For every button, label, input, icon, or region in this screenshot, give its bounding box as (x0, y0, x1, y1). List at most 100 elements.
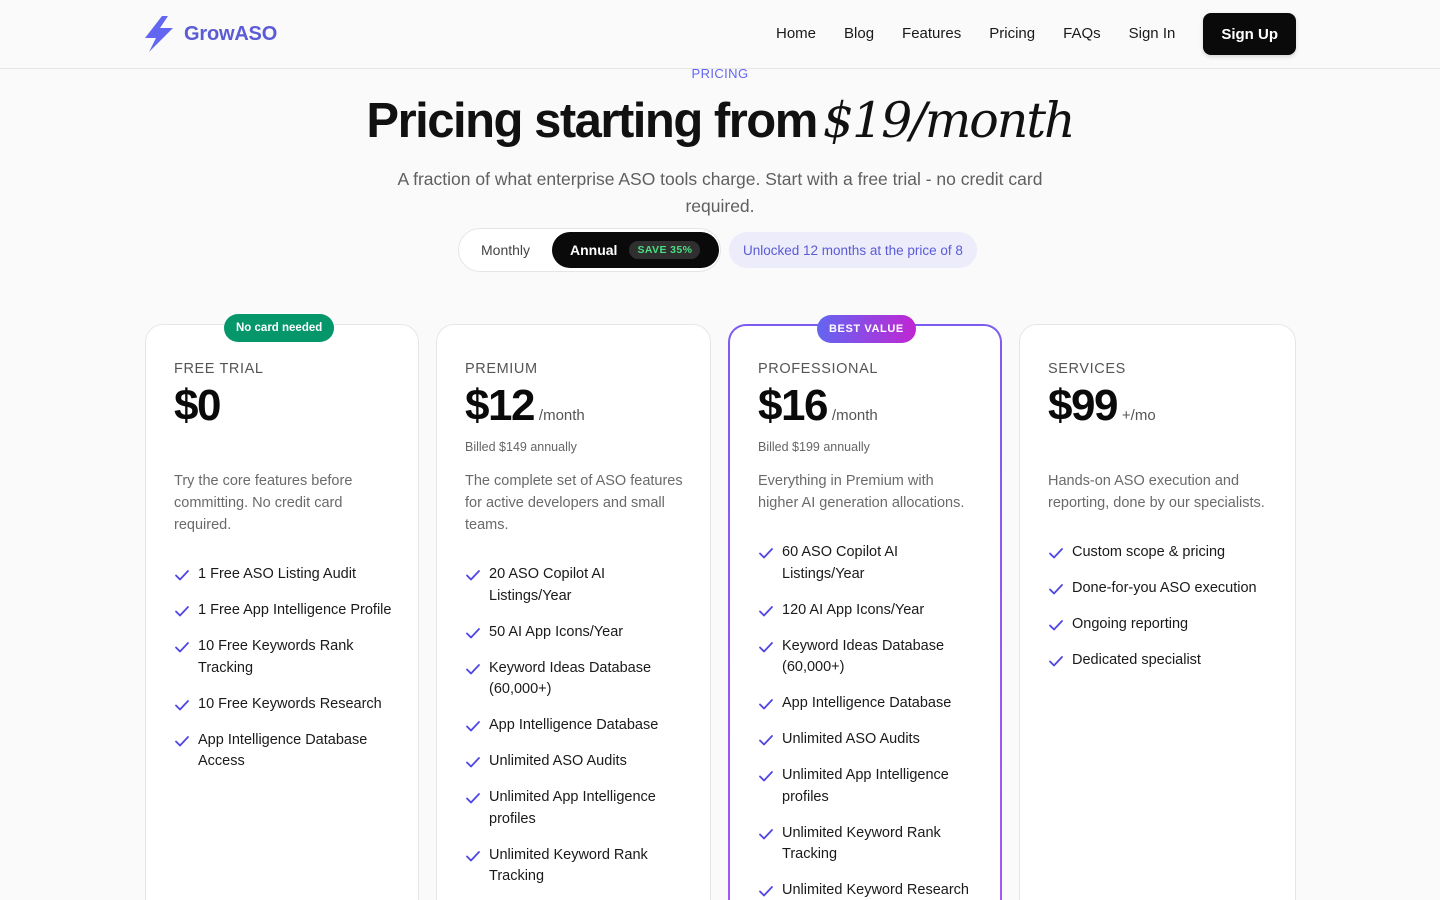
feature-list: Custom scope & pricing Done-for-you ASO e… (1048, 542, 1271, 672)
feature-item: 120 AI App Icons/Year (758, 600, 976, 622)
check-icon (758, 545, 774, 561)
feature-item: Unlimited App Intelligence profiles (758, 765, 976, 808)
feature-item: Done-for-you ASO execution (1048, 578, 1271, 600)
check-icon (758, 826, 774, 842)
feature-item: 1 Free ASO Listing Audit (174, 564, 394, 586)
check-icon (1048, 545, 1064, 561)
feature-item: 10 Free Keywords Rank Tracking (174, 636, 394, 679)
toggle-annual[interactable]: Annual SAVE 35% (552, 232, 719, 268)
feature-text: Unlimited Keyword Rank Tracking (782, 824, 941, 863)
feature-item: Unlimited App Intelligence profiles (465, 787, 686, 830)
toggle-monthly[interactable]: Monthly (481, 242, 530, 258)
nav-pricing[interactable]: Pricing (989, 13, 1035, 55)
plan-tier: PROFESSIONAL (758, 361, 879, 377)
plan-price: $99 (1048, 381, 1118, 430)
feature-text: Custom scope & pricing (1072, 544, 1226, 560)
nav-home[interactable]: Home (776, 13, 816, 55)
plan-card-premium: PREMIUM $12/month Billed $149 annually T… (436, 324, 711, 900)
check-icon (465, 567, 481, 583)
feature-text: 10 Free Keywords Rank Tracking (198, 638, 354, 676)
billing-toggle: Monthly Annual SAVE 35% (458, 228, 721, 272)
plan-card-services: SERVICES $99 +/mo Hands-on ASO execution … (1019, 324, 1296, 900)
feature-item: Unlimited ASO Audits (465, 751, 686, 773)
plan-tier: FREE TRIAL (174, 361, 264, 377)
feature-text: 10 Free Keywords Research (198, 695, 382, 712)
plan-tier: SERVICES (1048, 361, 1126, 377)
feature-item: Keyword Ideas Database (60,000+) (758, 636, 976, 679)
feature-item: Custom scope & pricing (1048, 542, 1271, 564)
feature-item: 60 ASO Copilot AI Listings/Year (758, 542, 976, 585)
check-icon (1048, 653, 1064, 669)
check-icon (174, 603, 190, 619)
check-icon (758, 732, 774, 748)
feature-text: 20 ASO Copilot AI Listings/Year (489, 566, 606, 604)
plan-description: Everything in Premium with higher AI gen… (758, 473, 965, 511)
feature-text: App Intelligence Database Access (198, 731, 368, 770)
feature-text: Ongoing reporting (1072, 616, 1189, 632)
nav-faqs[interactable]: FAQs (1063, 13, 1101, 55)
feature-item: Keyword Ideas Database (60,000+) (465, 658, 686, 701)
feature-text: Unlimited App Intelligence profiles (782, 767, 949, 805)
page-subtitle: A fraction of what enterprise ASO tools … (397, 169, 1043, 216)
plan-description: Try the core features before committing.… (174, 473, 353, 533)
page-title: Pricing starting from $19/month (0, 92, 1440, 149)
feature-list: 60 ASO Copilot AI Listings/Year 120 AI Ap… (758, 542, 976, 900)
nav-blog[interactable]: Blog (844, 13, 874, 55)
check-icon (1048, 581, 1064, 597)
nav-sign-in[interactable]: Sign In (1129, 13, 1176, 55)
plan-card-professional: BEST VALUE PROFESSIONAL $16/month Billed… (728, 315, 1002, 900)
logo[interactable]: GrowASO (142, 14, 277, 54)
feature-text: 120 AI App Icons/Year (782, 601, 925, 618)
feature-item: Unlimited ASO Audits (758, 729, 976, 751)
plan-billed (1048, 440, 1271, 456)
site-header: GrowASO Home Blog Features Pricing FAQs … (0, 0, 1440, 69)
feature-text: Keyword Ideas Database (60,000+) (782, 637, 945, 676)
feature-text: Done-for-you ASO execution (1072, 580, 1257, 596)
main-nav: Home Blog Features Pricing FAQs Sign In … (776, 13, 1296, 55)
check-icon (174, 697, 190, 713)
feature-text: Keyword Ideas Database (60,000+) (489, 659, 652, 698)
logo-text: GrowASO (184, 22, 278, 45)
feature-list: 1 Free ASO Listing Audit 1 Free App Intel… (174, 564, 394, 773)
check-icon (758, 696, 774, 712)
check-icon (758, 603, 774, 619)
plan-description: Hands-on ASO execution and reporting, do… (1048, 473, 1265, 511)
annual-note: Unlocked 12 months at the price of 8 (729, 232, 977, 268)
feature-text: 1 Free App Intelligence Profile (198, 602, 392, 618)
check-icon (465, 754, 481, 770)
feature-text: 60 ASO Copilot AI Listings/Year (782, 544, 899, 582)
plan-billed: Billed $199 annually (758, 440, 870, 454)
feature-item: 20 ASO Copilot AI Listings/Year (465, 564, 686, 607)
feature-item: Unlimited Keyword Rank Tracking (758, 823, 976, 866)
feature-text: 50 AI App Icons/Year (489, 623, 624, 640)
feature-text: Unlimited ASO Audits (782, 731, 920, 747)
plan-description: The complete set of ASO features for act… (465, 473, 683, 533)
plan-price: $16 (758, 381, 828, 430)
check-icon (758, 883, 774, 899)
plan-card-free-trial: No card needed FREE TRIAL $0 Try the cor… (145, 314, 419, 900)
plan-period: /month (831, 407, 878, 424)
plan-badge: No card needed (224, 314, 335, 342)
check-icon (465, 718, 481, 734)
feature-item: App Intelligence Database Access (174, 730, 394, 773)
feature-item: 1 Free App Intelligence Profile (174, 600, 394, 622)
section-eyebrow: PRICING (691, 66, 749, 81)
feature-text: Unlimited Keyword Research (782, 882, 969, 898)
nav-features[interactable]: Features (902, 13, 961, 55)
feature-text: Unlimited Keyword Rank Tracking (489, 846, 648, 885)
lightning-bolt-icon (142, 14, 176, 54)
check-icon (465, 625, 481, 641)
feature-text: App Intelligence Database (489, 717, 659, 733)
check-icon (758, 768, 774, 784)
save-badge: SAVE 35% (629, 241, 701, 259)
check-icon (174, 567, 190, 583)
plan-period: +/mo (1121, 407, 1156, 424)
feature-text: Dedicated specialist (1072, 652, 1201, 668)
feature-item: App Intelligence Database (465, 715, 686, 737)
feature-item: Unlimited Keyword Research (758, 880, 976, 900)
feature-item: Unlimited Keyword Rank Tracking (465, 845, 686, 888)
plan-tier: PREMIUM (465, 361, 538, 377)
check-icon (758, 639, 774, 655)
sign-up-button[interactable]: Sign Up (1203, 13, 1296, 55)
feature-item: App Intelligence Database (758, 693, 976, 715)
